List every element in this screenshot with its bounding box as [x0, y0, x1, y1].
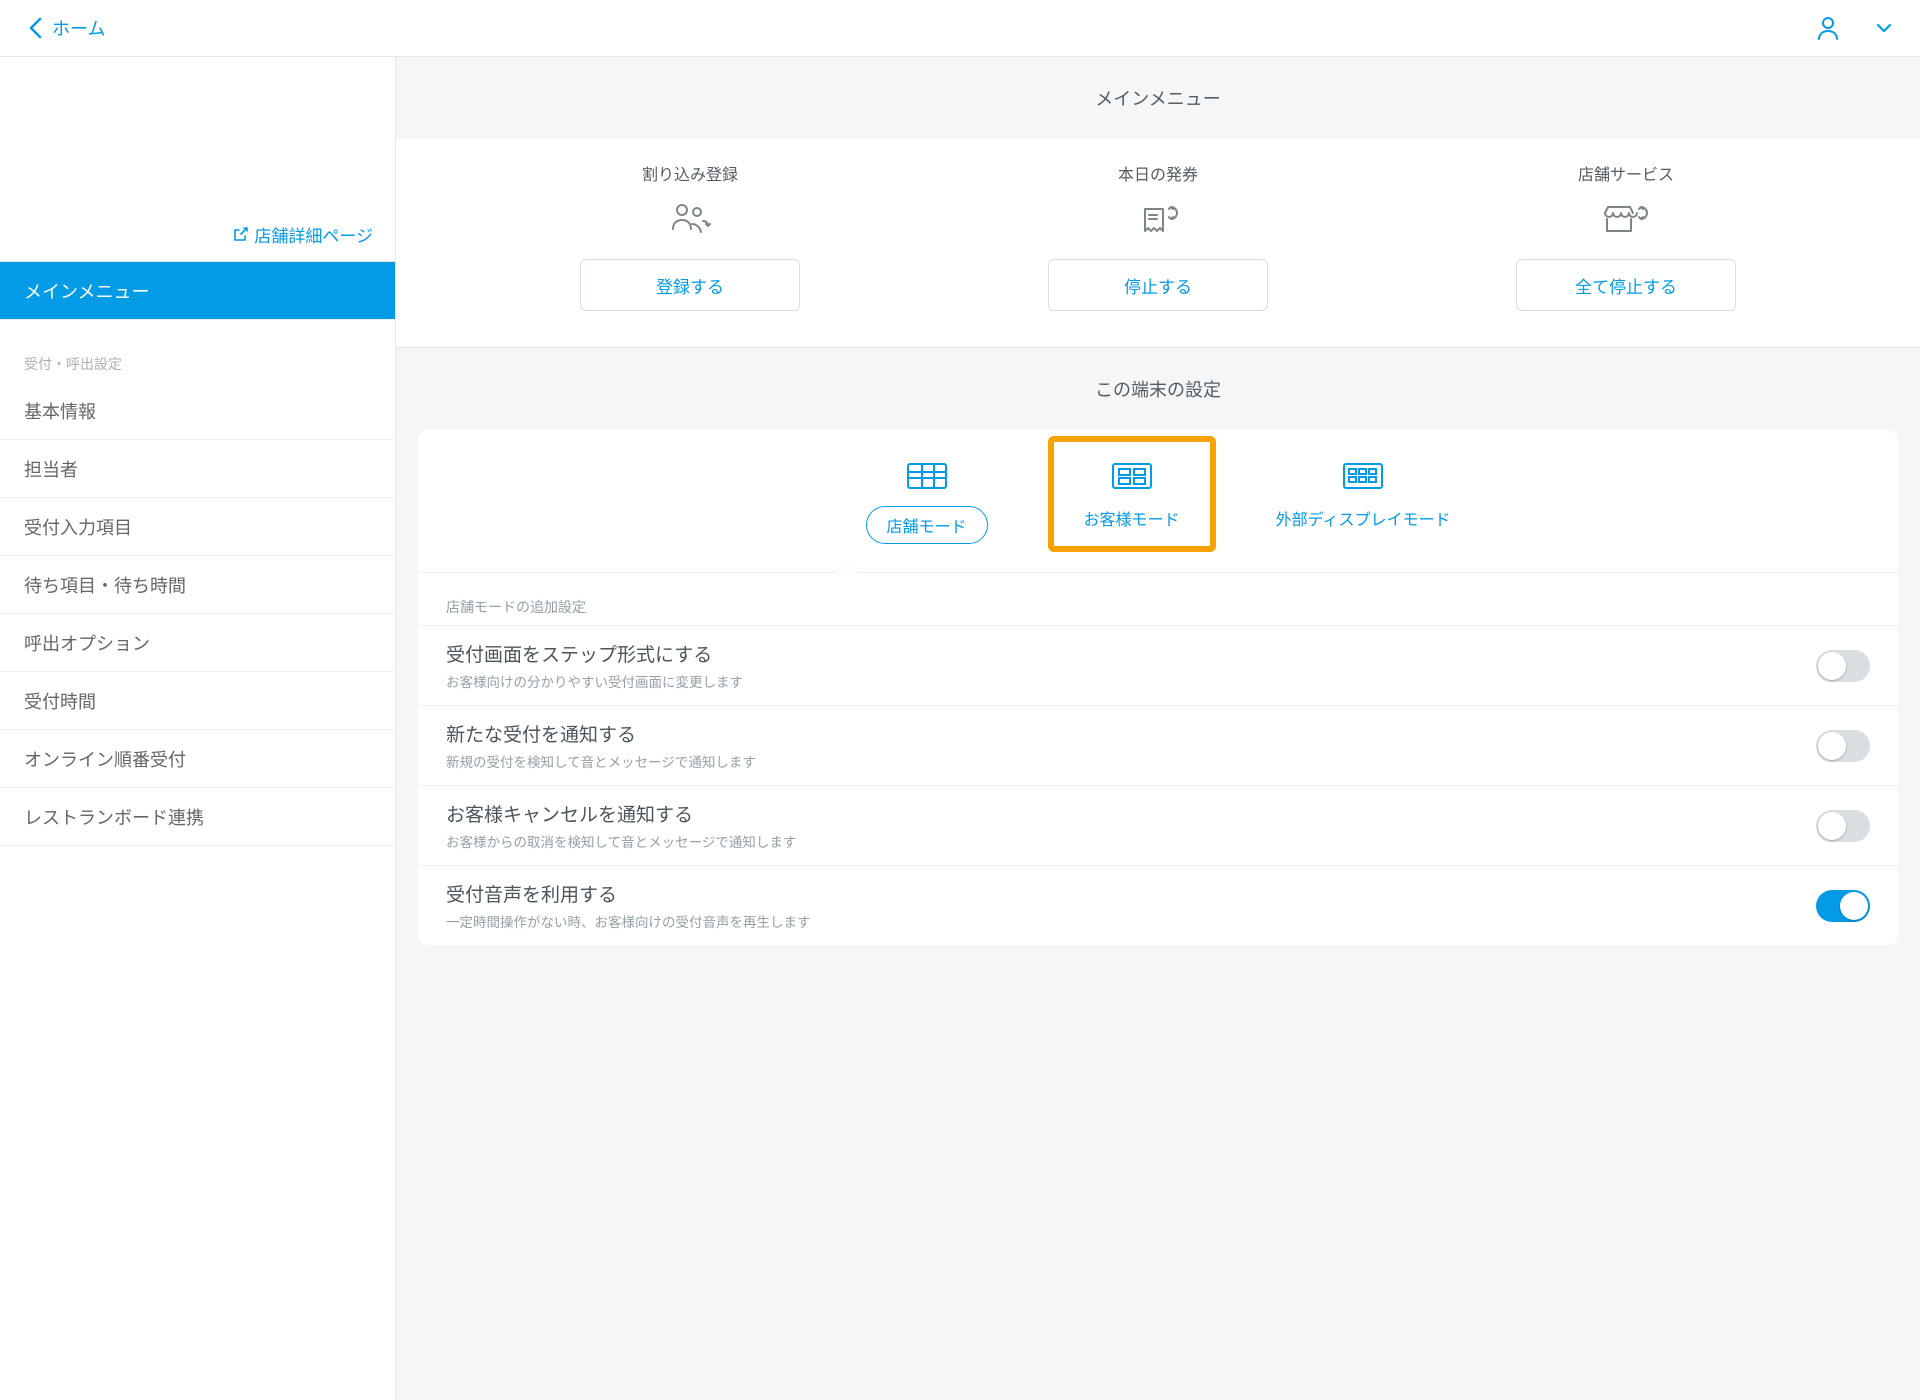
setting-desc: 一定時間操作がない時、お客様向けの受付音声を再生します: [446, 911, 811, 931]
store-detail-link[interactable]: 店舗詳細ページ: [233, 222, 373, 247]
main-actions-row: 割り込み登録 登録する 本日の発券 停止する 店舗サービス 全て停止する: [396, 139, 1920, 348]
main-menu-title: メインメニュー: [396, 57, 1920, 139]
sidebar-item-label: 受付時間: [24, 688, 96, 714]
action-store-services: 店舗サービス 全て停止する: [1501, 161, 1751, 311]
setting-title: 受付音声を利用する: [446, 880, 811, 907]
mode-customer[interactable]: お客様モード: [1048, 436, 1216, 552]
setting-voice: 受付音声を利用する 一定時間操作がない時、お客様向けの受付音声を再生します: [418, 865, 1898, 945]
sidebar-item-label: 呼出オプション: [24, 630, 150, 656]
setting-desc: お客様向けの分かりやすい受付画面に変更します: [446, 671, 743, 691]
action-today-ticket: 本日の発券 停止する: [1033, 161, 1283, 311]
ticket-refresh-icon: [1135, 201, 1181, 243]
device-settings-card: 店舗モード お客様モード 外部ディスプレイモード 店舗モードの追加設定 受付画面…: [418, 430, 1898, 945]
toggle-new-notify[interactable]: [1816, 730, 1870, 762]
device-settings-title: この端末の設定: [396, 348, 1920, 430]
display-mode-icon: [1340, 460, 1386, 492]
sidebar-item-staff[interactable]: 担当者: [0, 440, 395, 498]
header-actions: [1816, 15, 1892, 41]
chevron-left-icon: [28, 17, 44, 39]
sidebar-item-label: 受付入力項目: [24, 514, 132, 540]
sidebar-item-label: 待ち項目・待ち時間: [24, 572, 186, 598]
setting-text: 受付画面をステップ形式にする お客様向けの分かりやすい受付画面に変更します: [446, 640, 743, 691]
button-label: 停止する: [1124, 273, 1192, 298]
setting-text: 新たな受付を通知する 新規の受付を検知して音とメッセージで通知します: [446, 720, 756, 771]
sidebar-item-label: レストランボード連携: [24, 804, 204, 830]
setting-title: お客様キャンセルを通知する: [446, 800, 796, 827]
stop-all-button[interactable]: 全て停止する: [1516, 259, 1736, 311]
sidebar-item-reception-hours[interactable]: 受付時間: [0, 672, 395, 730]
store-mode-icon: [904, 460, 950, 492]
setting-desc: 新規の受付を検知して音とメッセージで通知します: [446, 751, 756, 771]
register-button[interactable]: 登録する: [580, 259, 800, 311]
action-label: 割り込み登録: [642, 161, 738, 185]
sidebar-item-basic-info[interactable]: 基本情報: [0, 382, 395, 440]
device-modes-row: 店舗モード お客様モード 外部ディスプレイモード: [418, 430, 1898, 573]
sidebar-item-label: 担当者: [24, 456, 78, 482]
button-label: 全て停止する: [1575, 273, 1677, 298]
sidebar-item-label: 基本情報: [24, 398, 96, 424]
sidebar-item-restaurant-board[interactable]: レストランボード連携: [0, 788, 395, 846]
mode-store[interactable]: 店舗モード: [866, 460, 988, 544]
top-bar: ホーム: [0, 0, 1920, 57]
stop-button[interactable]: 停止する: [1048, 259, 1268, 311]
sidebar-item-call-options[interactable]: 呼出オプション: [0, 614, 395, 672]
customer-mode-icon: [1109, 460, 1155, 492]
content-area: メインメニュー 割り込み登録 登録する 本日の発券 停止する 店舗サービス: [396, 57, 1920, 1400]
sidebar-item-wait-items[interactable]: 待ち項目・待ち時間: [0, 556, 395, 614]
setting-desc: お客様からの取消を検知して音とメッセージで通知します: [446, 831, 796, 851]
setting-text: お客様キャンセルを通知する お客様からの取消を検知して音とメッセージで通知します: [446, 800, 796, 851]
sidebar-item-intake-fields[interactable]: 受付入力項目: [0, 498, 395, 556]
toggle-voice[interactable]: [1816, 890, 1870, 922]
sidebar-store-area: 店舗詳細ページ: [0, 57, 395, 262]
button-label: 登録する: [656, 273, 724, 298]
setting-title: 受付画面をステップ形式にする: [446, 640, 743, 667]
setting-new-notify: 新たな受付を通知する 新規の受付を検知して音とメッセージで通知します: [418, 705, 1898, 785]
mode-label: お客様モード: [1084, 506, 1180, 530]
setting-title: 新たな受付を通知する: [446, 720, 756, 747]
sidebar-item-label: メインメニュー: [24, 278, 149, 304]
store-mode-extra-caption: 店舗モードの追加設定: [418, 573, 1898, 625]
action-label: 店舗サービス: [1578, 161, 1674, 185]
mode-pointer-icon: [837, 563, 857, 573]
user-icon[interactable]: [1816, 15, 1840, 41]
setting-text: 受付音声を利用する 一定時間操作がない時、お客様向けの受付音声を再生します: [446, 880, 811, 931]
setting-cancel-notify: お客様キャンセルを通知する お客様からの取消を検知して音とメッセージで通知します: [418, 785, 1898, 865]
sidebar: 店舗詳細ページ メインメニュー 受付・呼出設定 基本情報 担当者 受付入力項目 …: [0, 57, 396, 1400]
mode-label: 外部ディスプレイモード: [1276, 506, 1451, 530]
sidebar-group-label: 受付・呼出設定: [0, 320, 395, 382]
mode-label: 店舗モード: [866, 506, 988, 544]
mode-external-display[interactable]: 外部ディスプレイモード: [1276, 460, 1451, 544]
chevron-down-icon[interactable]: [1876, 23, 1892, 33]
sidebar-item-main-menu[interactable]: メインメニュー: [0, 262, 395, 320]
store-detail-label: 店舗詳細ページ: [254, 222, 373, 247]
back-button[interactable]: ホーム: [28, 15, 105, 41]
external-link-icon: [233, 227, 248, 242]
action-interrupt-register: 割り込み登録 登録する: [565, 161, 815, 311]
sidebar-item-label: オンライン順番受付: [24, 746, 186, 772]
toggle-step-reception[interactable]: [1816, 650, 1870, 682]
sidebar-item-online-queue[interactable]: オンライン順番受付: [0, 730, 395, 788]
back-label: ホーム: [52, 15, 105, 41]
setting-step-reception: 受付画面をステップ形式にする お客様向けの分かりやすい受付画面に変更します: [418, 625, 1898, 705]
toggle-cancel-notify[interactable]: [1816, 810, 1870, 842]
store-refresh-icon: [1601, 201, 1651, 243]
people-swap-icon: [667, 201, 713, 243]
action-label: 本日の発券: [1118, 161, 1198, 185]
